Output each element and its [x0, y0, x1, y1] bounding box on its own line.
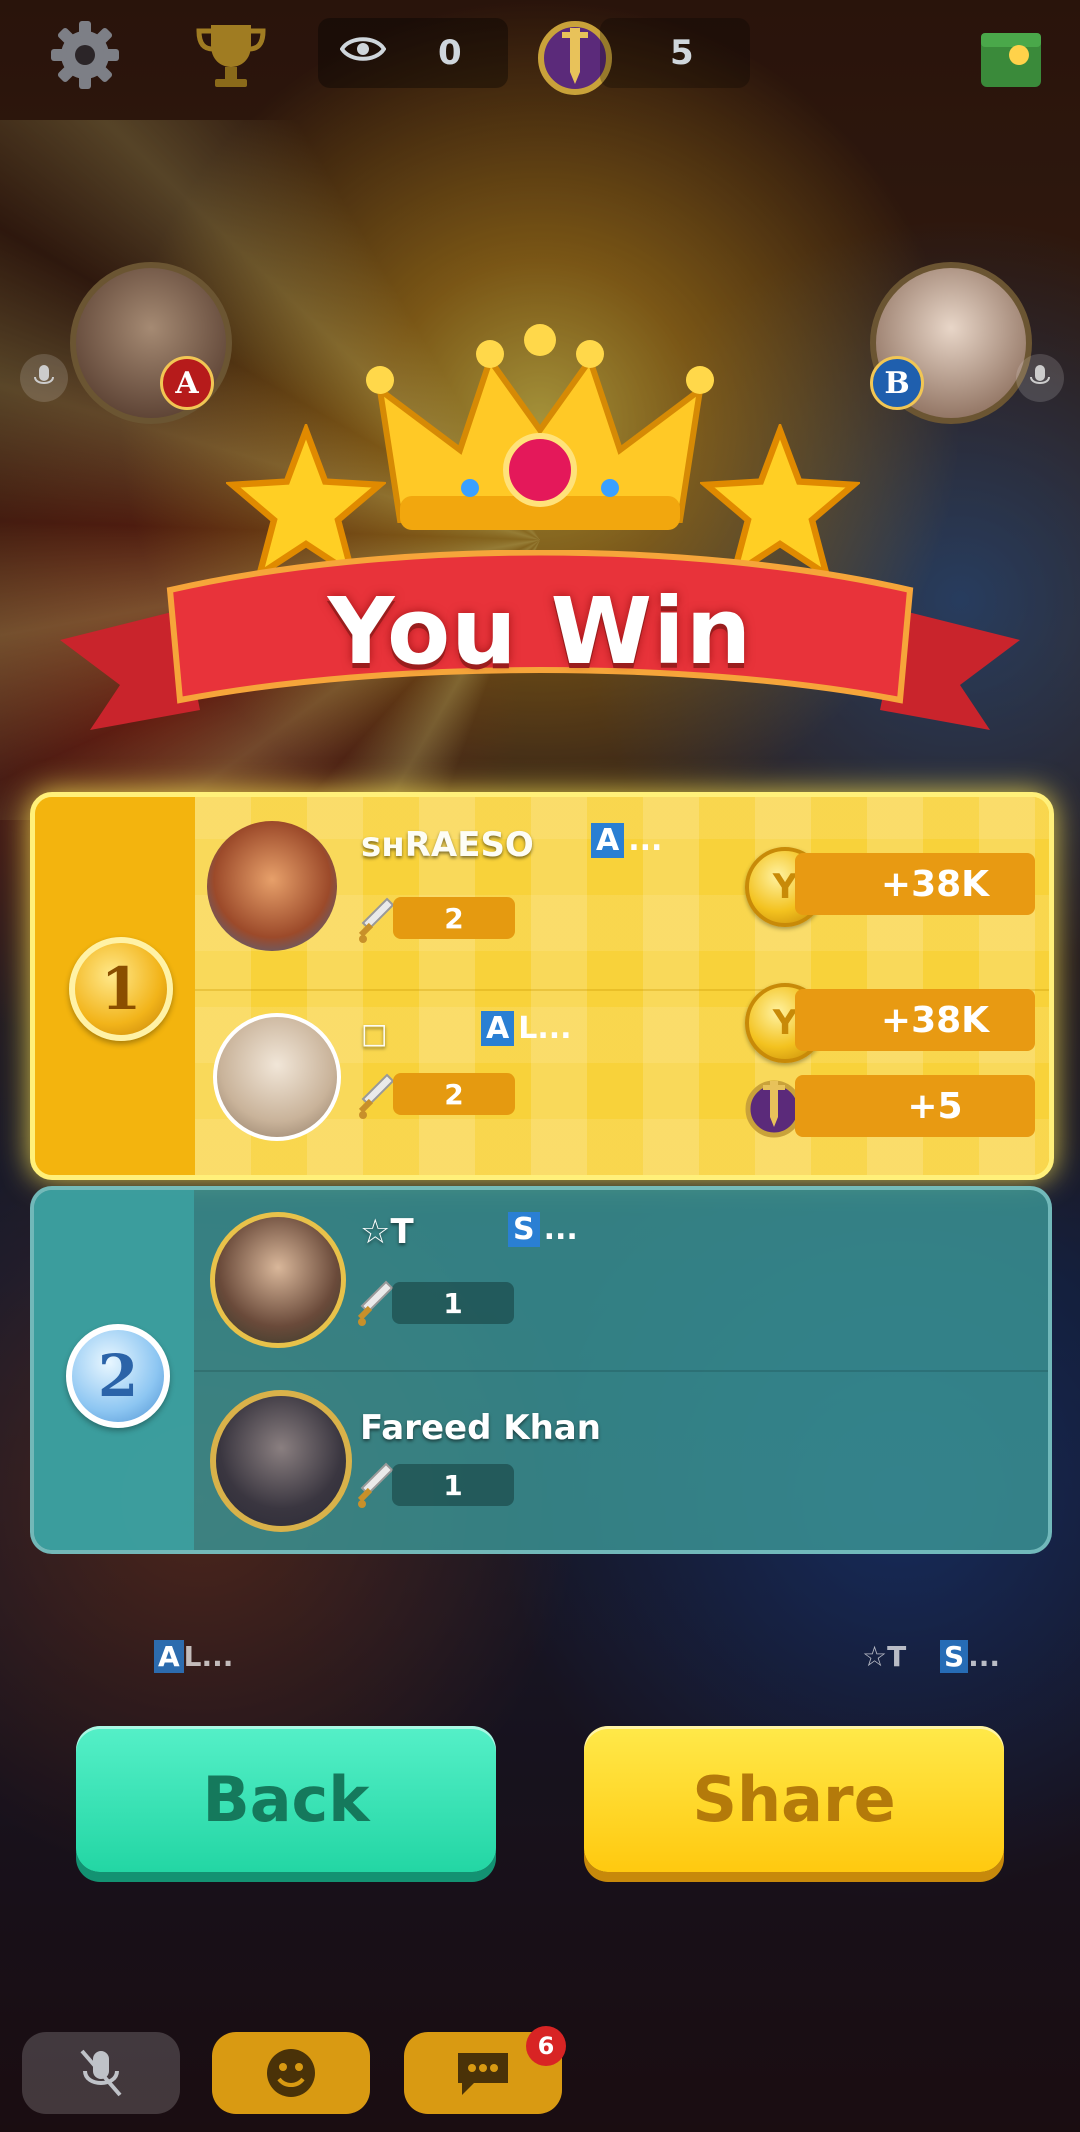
- rank-medal-2: 2: [66, 1324, 170, 1428]
- winner-panel: 1 ꜱʜRAESO A... 2 Y +38K □ A L... 2 Y +38K…: [30, 792, 1054, 1180]
- back-button[interactable]: Back: [76, 1726, 496, 1872]
- tag-text: ...: [628, 823, 663, 858]
- sword-icon: [357, 1462, 394, 1508]
- eye-icon: [339, 33, 387, 73]
- team-b-badge: B: [870, 356, 924, 410]
- sword-count: 1: [392, 1282, 514, 1324]
- avatar[interactable]: [213, 1013, 341, 1141]
- avatar[interactable]: [210, 1212, 346, 1348]
- you-win-title: You Win: [327, 578, 753, 685]
- player-tag: A L...: [481, 1011, 572, 1046]
- coin-reward: +38K: [795, 853, 1035, 915]
- tag-box: A: [481, 1011, 515, 1046]
- sword-count: 1: [392, 1464, 514, 1506]
- tag-text: ...: [543, 1212, 578, 1247]
- chat-icon: [458, 2053, 508, 2095]
- viewers-pill: 0: [318, 18, 508, 88]
- player-name: ☆T: [360, 1212, 414, 1252]
- player-name: ꜱʜRAESO: [361, 825, 534, 865]
- share-button[interactable]: Share: [584, 1726, 1004, 1872]
- player-name: Fareed Khan: [360, 1408, 601, 1448]
- top-bar: 0 5: [0, 0, 1080, 110]
- board-player-label-left: A L...: [154, 1640, 233, 1673]
- emoji-icon: [267, 2049, 315, 2097]
- emoji-button[interactable]: [212, 2032, 370, 2114]
- sword-count: 2: [393, 897, 515, 939]
- sword-icon: [358, 897, 395, 943]
- gear-icon[interactable]: [40, 10, 130, 100]
- player-tag: S...: [508, 1212, 578, 1247]
- sword-icon: [358, 1073, 395, 1119]
- viewers-count: 0: [438, 33, 462, 73]
- tag-text: L...: [518, 1011, 572, 1046]
- team-a-badge: A: [160, 356, 214, 410]
- mic-muted-button[interactable]: [22, 2032, 180, 2114]
- loser-panel: 2 ☆T S... 1 Fareed Khan 1: [30, 1186, 1052, 1554]
- avatar[interactable]: [210, 1390, 352, 1532]
- tag-box: S: [508, 1212, 540, 1247]
- mic-icon: [1016, 354, 1064, 402]
- player-name: □: [361, 1017, 388, 1050]
- crown-icon: [360, 320, 720, 560]
- tag-box: A: [591, 823, 625, 858]
- sword-icon: [357, 1280, 394, 1326]
- gift-icon[interactable]: [966, 10, 1056, 100]
- row-divider: [194, 1370, 1048, 1372]
- avatar[interactable]: [207, 821, 337, 951]
- sword-count: 2: [393, 1073, 515, 1115]
- mic-icon: [20, 354, 68, 402]
- rank-medal-1: 1: [69, 937, 173, 1041]
- trophy-icon[interactable]: [186, 10, 276, 100]
- shield-pill: 5: [600, 18, 750, 88]
- board-player-label-right: ☆T S...: [862, 1640, 1001, 1673]
- coin-reward: +38K: [795, 989, 1035, 1051]
- mic-muted-icon: [80, 2049, 122, 2097]
- player-tag: A...: [591, 823, 662, 858]
- chat-unread-badge: 6: [526, 2026, 566, 2066]
- shield-count: 5: [670, 33, 694, 73]
- shield-reward: +5: [795, 1075, 1035, 1137]
